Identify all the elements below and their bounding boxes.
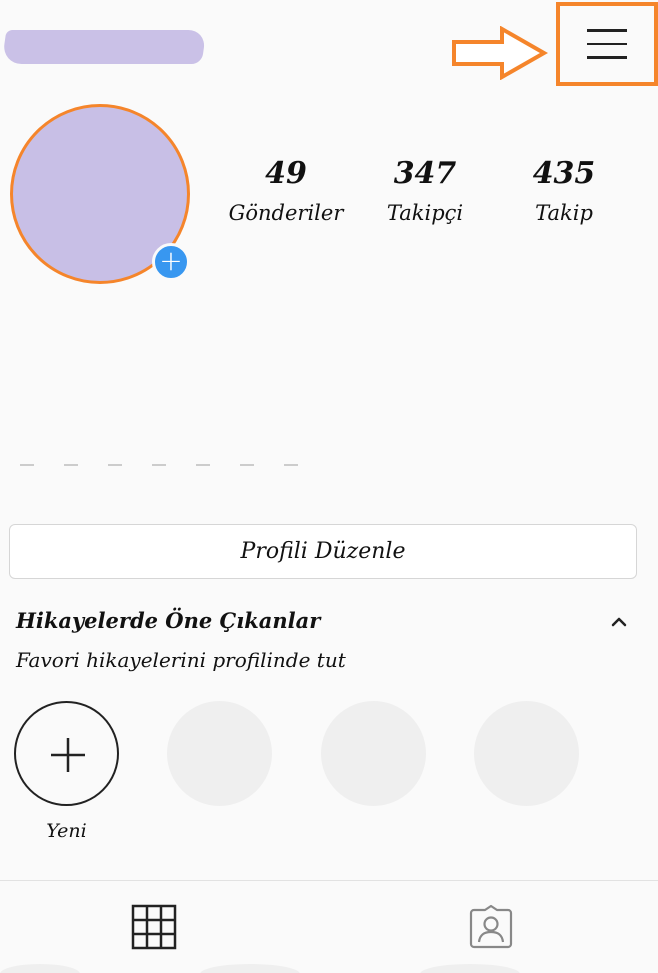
hamburger-menu-button[interactable] [556, 2, 658, 86]
content-placeholder [420, 964, 520, 973]
menu-line [587, 29, 627, 32]
content-placeholder [0, 964, 80, 973]
menu-line [587, 56, 627, 59]
new-highlight-label: Yeni [46, 820, 87, 842]
profile-screen: + 49 Gönderiler 347 Takipçi 435 Takip Pr… [0, 0, 658, 973]
tagged-person-icon[interactable] [468, 904, 514, 950]
menu-line [587, 42, 627, 46]
chevron-up-icon[interactable] [604, 608, 634, 634]
grid-icon[interactable] [131, 904, 177, 950]
highlights-title: Hikayelerde Öne Çıkanlar [16, 608, 321, 633]
bio-redacted [20, 464, 340, 470]
following-stat[interactable]: 435 Takip [494, 156, 634, 225]
add-story-button[interactable]: + [152, 243, 190, 281]
plus-icon: + [159, 244, 183, 277]
posts-label: Gönderiler [228, 201, 344, 225]
highlight-placeholder [321, 701, 426, 806]
following-label: Takip [535, 201, 593, 225]
followers-count: 347 [393, 156, 457, 191]
posts-stat[interactable]: 49 Gönderiler [216, 156, 356, 225]
following-count: 435 [532, 156, 596, 191]
username-redacted [1, 30, 207, 64]
highlight-placeholder [167, 701, 272, 806]
plus-icon [51, 738, 85, 772]
edit-profile-label: Profili Düzenle [240, 539, 406, 564]
highlights-subtitle: Favori hikayelerini profilinde tut [16, 648, 346, 672]
edit-profile-button[interactable]: Profili Düzenle [9, 524, 637, 579]
arrow-right-icon [452, 26, 548, 80]
new-highlight-button[interactable] [14, 701, 119, 806]
followers-label: Takipçi [386, 201, 464, 225]
followers-stat[interactable]: 347 Takipçi [355, 156, 495, 225]
highlight-placeholder [474, 701, 579, 806]
content-placeholder [200, 964, 300, 973]
tab-divider [0, 880, 658, 881]
posts-count: 49 [265, 156, 307, 191]
